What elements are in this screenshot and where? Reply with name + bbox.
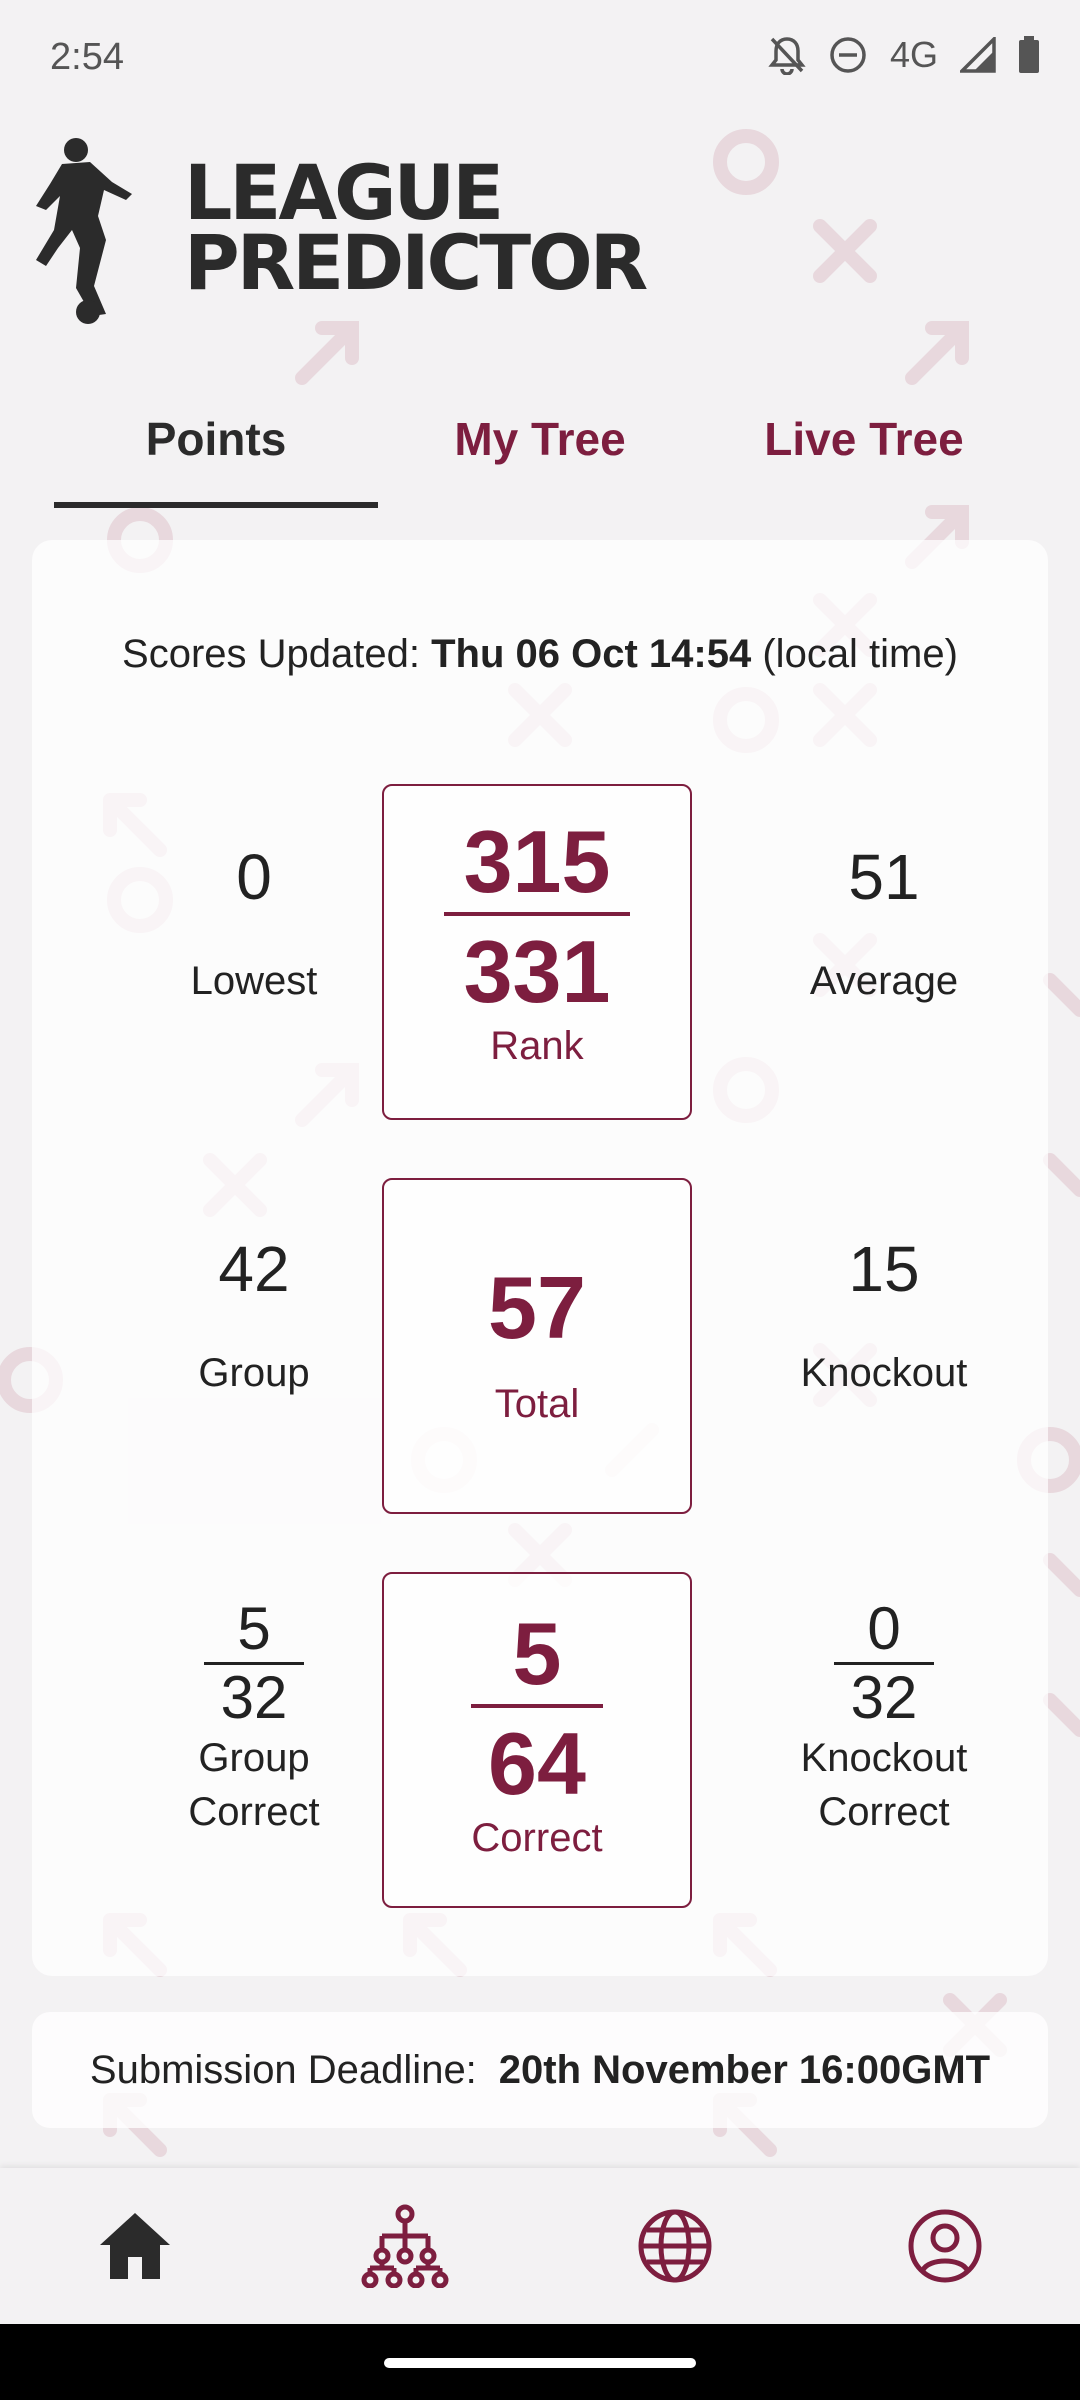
average-value: 51: [848, 841, 920, 913]
lowest-stat: 0 Lowest: [129, 840, 379, 1008]
tab-points[interactable]: Points: [54, 392, 378, 508]
knockout-correct-label-2: Correct: [818, 1790, 950, 1834]
correct-total: 64: [488, 1714, 586, 1813]
group-label: Group: [198, 1351, 310, 1395]
correct-divider: [471, 1704, 603, 1708]
group-correct-total: 32: [220, 1664, 288, 1731]
tab-my-tree[interactable]: My Tree: [378, 392, 702, 508]
rank-divider: [444, 912, 630, 916]
deadline-value: 20th November 16:00GMT: [498, 2047, 991, 2092]
total-row: 42 Group 57 Total 15 Knockout: [32, 1178, 1048, 1518]
rank-label: Rank: [490, 1024, 584, 1068]
tree-icon: [361, 2204, 449, 2288]
submission-deadline: Submission Deadline: 20th November 16:00…: [32, 2012, 1048, 2128]
correct-box: 5 64 Correct: [382, 1572, 692, 1908]
scores-updated: Scores Updated: Thu 06 Oct 14:54 (local …: [32, 632, 1048, 677]
rank-row: 0 Lowest 315 331 Rank 51 Average: [32, 784, 1048, 1124]
app-logo: LEAGUE PREDICTOR: [32, 136, 752, 336]
lowest-label: Lowest: [190, 959, 318, 1003]
home-gesture-handle[interactable]: [384, 2358, 696, 2368]
globe-icon: [638, 2209, 712, 2283]
knockout-correct-label-1: Knockout: [800, 1736, 968, 1780]
knockout-correct-value: 0: [867, 1595, 901, 1662]
scores-updated-suffix: (local time): [762, 632, 958, 676]
total-box: 57 Total: [382, 1178, 692, 1514]
tab-bar: Points My Tree Live Tree: [54, 392, 1026, 508]
rank-box: 315 331 Rank: [382, 784, 692, 1120]
nav-globe[interactable]: [540, 2168, 810, 2324]
average-label: Average: [809, 959, 959, 1003]
knockout-stat: 15 Knockout: [759, 1232, 1009, 1400]
scores-updated-label: Scores Updated:: [122, 632, 420, 676]
scores-card: Scores Updated: Thu 06 Oct 14:54 (local …: [32, 540, 1048, 1976]
correct-label: Correct: [471, 1816, 603, 1860]
bottom-nav: [0, 2168, 1080, 2324]
notifications-off-icon: [768, 37, 806, 75]
knockout-correct-total: 32: [850, 1664, 918, 1731]
rank-position: 315: [463, 812, 611, 911]
knockout-value: 15: [848, 1233, 920, 1305]
knockout-label: Knockout: [800, 1351, 968, 1395]
group-value: 42: [218, 1233, 290, 1305]
do-not-disturb-icon: [830, 37, 866, 73]
status-icons: 4G: [768, 34, 1040, 76]
tab-live-tree[interactable]: Live Tree: [702, 392, 1026, 508]
knockout-correct-stat: 0 32 Knockout Correct: [759, 1596, 1009, 1839]
signal-icon: [960, 37, 996, 73]
logo-text: LEAGUE PREDICTOR: [184, 155, 648, 307]
total-label: Total: [494, 1382, 580, 1426]
scores-updated-value: Thu 06 Oct 14:54: [431, 632, 752, 676]
network-type: 4G: [889, 34, 938, 75]
group-correct-stat: 5 32 Group Correct: [129, 1596, 379, 1839]
group-correct-label-1: Group: [198, 1736, 310, 1780]
correct-row: 5 32 Group Correct 5 64 Correct 0 32 Kno…: [32, 1572, 1048, 1912]
group-stat: 42 Group: [129, 1232, 379, 1400]
nav-account[interactable]: [810, 2168, 1080, 2324]
status-time: 2:54: [50, 36, 124, 78]
system-gesture-area: [0, 2324, 1080, 2400]
home-icon: [100, 2213, 170, 2279]
battery-icon: [1019, 36, 1039, 73]
lowest-value: 0: [236, 841, 272, 913]
account-icon: [908, 2209, 982, 2283]
logo-line-2: PREDICTOR: [184, 218, 648, 307]
total-value: 57: [488, 1258, 586, 1357]
group-correct-value: 5: [237, 1595, 271, 1662]
nav-tree[interactable]: [270, 2168, 540, 2324]
average-stat: 51 Average: [759, 840, 1009, 1008]
status-bar: 2:54 4G: [0, 0, 1080, 118]
correct-value: 5: [512, 1604, 562, 1703]
nav-home[interactable]: [0, 2168, 270, 2324]
deadline-label: Submission Deadline:: [89, 2047, 477, 2092]
footballer-icon: [36, 138, 132, 324]
rank-total: 331: [463, 922, 611, 1021]
group-correct-label-2: Correct: [188, 1790, 320, 1834]
